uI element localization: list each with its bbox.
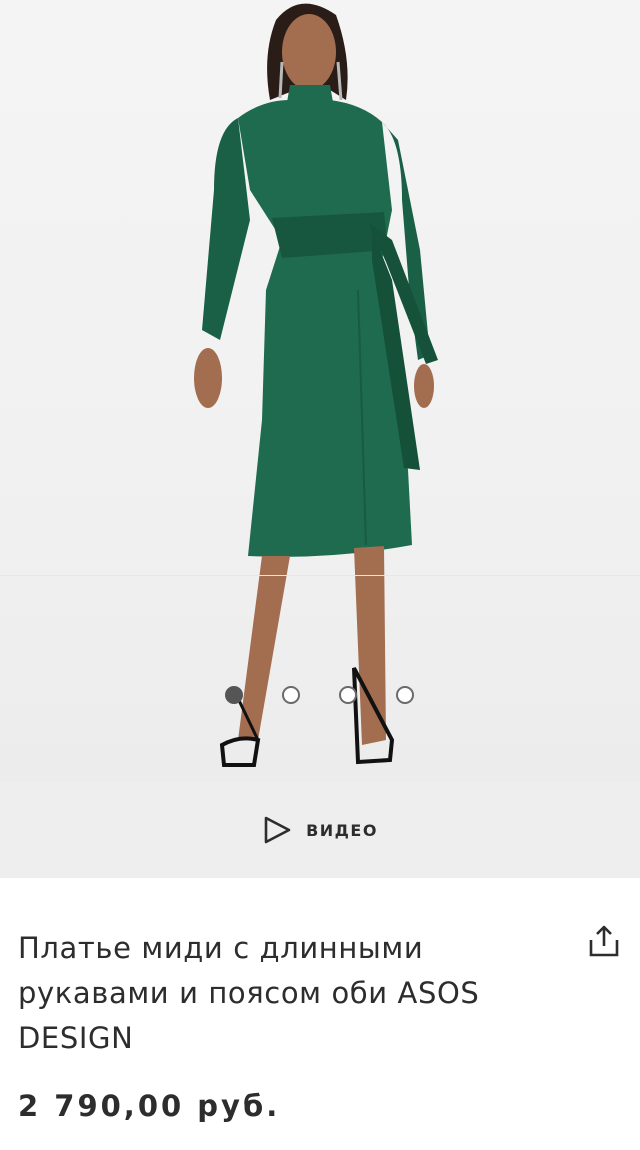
carousel-dot-3[interactable] bbox=[339, 686, 357, 704]
video-button[interactable]: ВИДЕО bbox=[0, 782, 640, 878]
carousel-dot-4[interactable] bbox=[396, 686, 414, 704]
share-button[interactable] bbox=[584, 923, 624, 963]
product-price: 2 790,00 руб. bbox=[18, 1089, 281, 1123]
share-icon bbox=[587, 924, 621, 962]
carousel-dot-1[interactable] bbox=[225, 686, 243, 704]
product-photo[interactable] bbox=[0, 0, 640, 782]
carousel-dot-2[interactable] bbox=[282, 686, 300, 704]
product-info: Платье миди с длинными рукавами и поясом… bbox=[0, 878, 640, 1123]
play-icon bbox=[262, 815, 292, 845]
carousel-dots bbox=[0, 686, 640, 706]
product-image-gallery[interactable] bbox=[0, 0, 640, 782]
floor-line bbox=[0, 575, 640, 576]
product-title: Платье миди с длинными рукавами и поясом… bbox=[18, 931, 480, 1055]
video-label: ВИДЕО bbox=[306, 820, 378, 840]
